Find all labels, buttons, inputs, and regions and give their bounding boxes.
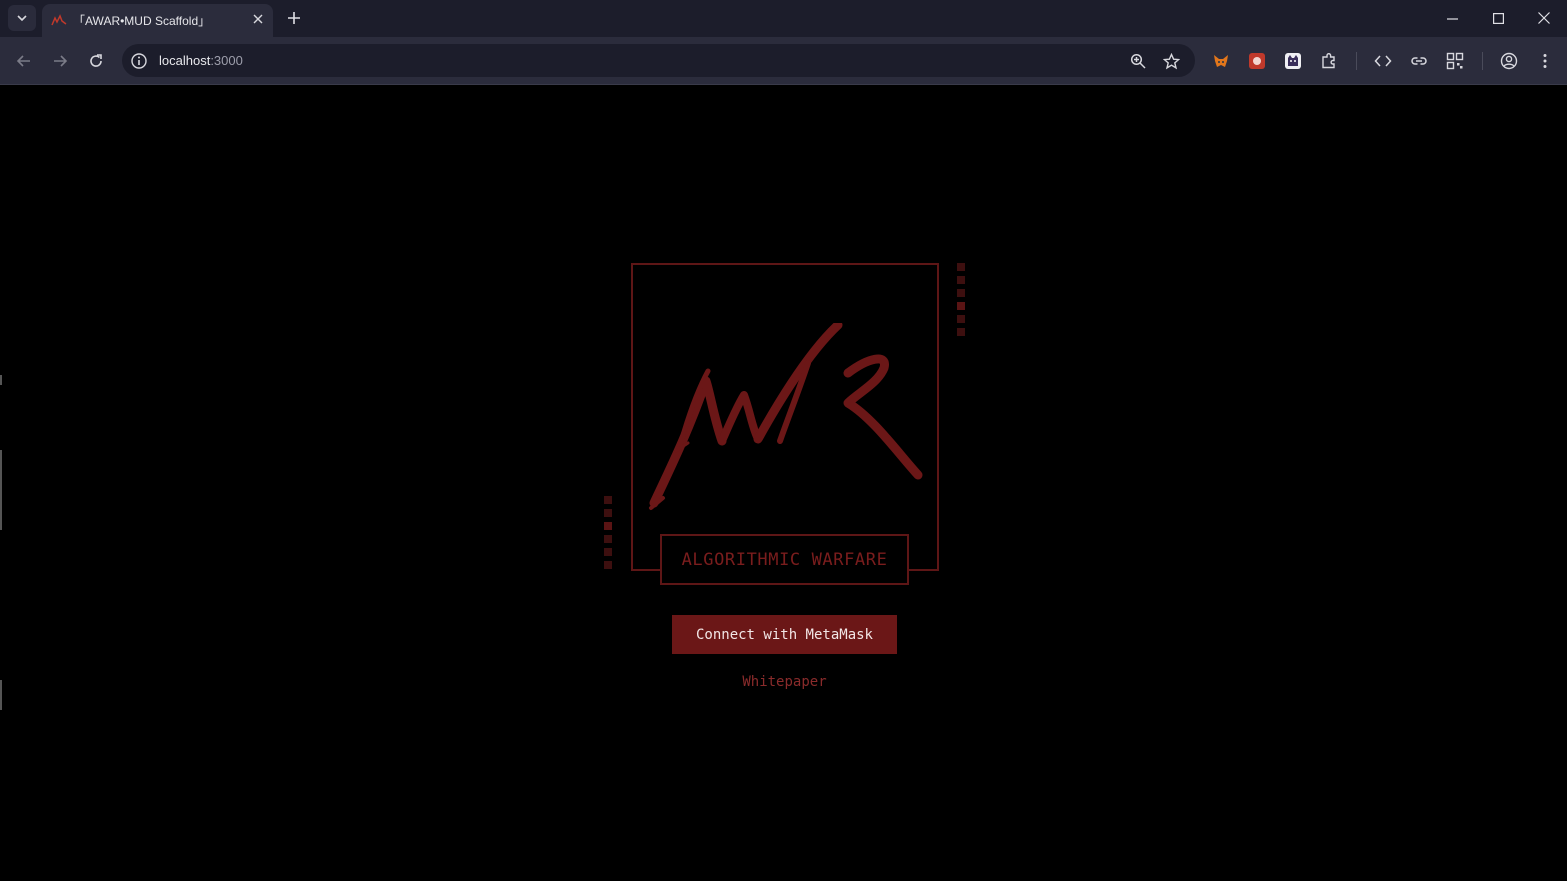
- url-host: localhost: [159, 53, 211, 68]
- dot: [957, 276, 965, 284]
- bookmark-star-button[interactable]: [1161, 51, 1181, 71]
- puzzle-icon: [1322, 53, 1335, 69]
- menu-button[interactable]: [1534, 50, 1556, 72]
- extension-two-button[interactable]: [1246, 50, 1268, 72]
- reload-button[interactable]: [84, 49, 108, 73]
- zoom-icon[interactable]: [1128, 51, 1148, 71]
- maximize-button[interactable]: [1475, 0, 1521, 36]
- dot: [604, 561, 612, 569]
- active-tab[interactable]: 「AWAR•MUD Scaffold」: [42, 4, 273, 37]
- profile-icon: [1500, 52, 1518, 70]
- toolbar-divider: [1356, 52, 1357, 70]
- extension-app-icon: [1249, 53, 1265, 69]
- dot: [604, 548, 612, 556]
- window-edge-mark: [0, 375, 2, 385]
- arrow-left-icon: [16, 55, 30, 67]
- dot: [604, 535, 612, 543]
- dot: [957, 328, 965, 336]
- maximize-icon: [1492, 12, 1504, 24]
- toolbar-divider: [1482, 52, 1483, 70]
- tab-title: 「AWAR•MUD Scaffold」: [73, 14, 211, 28]
- mountain-favicon-icon: [51, 14, 67, 26]
- more-vertical-icon: [1543, 54, 1547, 68]
- profile-button[interactable]: [1498, 50, 1520, 72]
- close-window-button[interactable]: [1521, 0, 1567, 36]
- close-icon: [253, 14, 263, 24]
- forward-button[interactable]: [48, 49, 72, 73]
- star-icon: [1162, 52, 1180, 69]
- url-port: :3000: [210, 53, 243, 68]
- qr-code-button[interactable]: [1444, 50, 1466, 72]
- browser-toolbar: localhost:3000: [0, 37, 1567, 85]
- dot: [604, 496, 612, 504]
- link-icon: [1411, 57, 1427, 65]
- dot: [957, 289, 965, 297]
- devtools-button[interactable]: [1372, 50, 1394, 72]
- url-text[interactable]: localhost:3000: [159, 53, 243, 68]
- page-viewport: ALGORITHMIC WARFARE Connect with MetaMas…: [2, 85, 1565, 879]
- dot: [957, 302, 965, 310]
- aw-brush-logo: [649, 323, 923, 510]
- arrow-right-icon: [54, 55, 68, 67]
- zoom-in-icon: [1130, 53, 1146, 69]
- copy-link-button[interactable]: [1408, 50, 1430, 72]
- dot: [957, 263, 965, 271]
- code-icon: [1374, 55, 1392, 67]
- extension-three-button[interactable]: [1282, 50, 1304, 72]
- window-edge-mark: [0, 450, 2, 530]
- close-icon: [1538, 12, 1550, 24]
- dot: [604, 522, 612, 530]
- decorative-dots-top-right: [957, 263, 965, 341]
- dot: [957, 315, 965, 323]
- minimize-icon: [1446, 17, 1458, 20]
- metamask-extension-button[interactable]: [1210, 50, 1232, 72]
- cat-extension-icon: [1285, 53, 1301, 69]
- tab-strip: 「AWAR•MUD Scaffold」: [0, 0, 1567, 37]
- connect-metamask-button[interactable]: Connect with MetaMask: [672, 615, 897, 654]
- window-edge-mark: [0, 680, 2, 710]
- back-button[interactable]: [12, 49, 36, 73]
- minimize-button[interactable]: [1429, 0, 1475, 36]
- plus-icon: [288, 12, 300, 24]
- browser-window: 「AWAR•MUD Scaffold」 localhost:3000 ALGOR…: [0, 0, 1567, 881]
- info-icon[interactable]: [130, 52, 148, 70]
- qr-code-icon: [1446, 52, 1464, 70]
- fox-icon: [1214, 55, 1228, 67]
- extensions-button[interactable]: [1318, 50, 1340, 72]
- tab-search-button[interactable]: [8, 5, 36, 31]
- new-tab-button[interactable]: [283, 7, 305, 29]
- chevron-down-icon: [17, 15, 27, 22]
- decorative-dots-bottom-left: [604, 496, 612, 574]
- dot: [604, 509, 612, 517]
- address-bar[interactable]: localhost:3000: [122, 44, 1195, 77]
- tab-close-button[interactable]: [249, 10, 267, 28]
- brand-title: ALGORITHMIC WARFARE: [681, 549, 888, 570]
- whitepaper-link[interactable]: Whitepaper: [692, 674, 877, 690]
- brand-label-box: ALGORITHMIC WARFARE: [660, 534, 909, 585]
- reload-icon: [90, 54, 102, 67]
